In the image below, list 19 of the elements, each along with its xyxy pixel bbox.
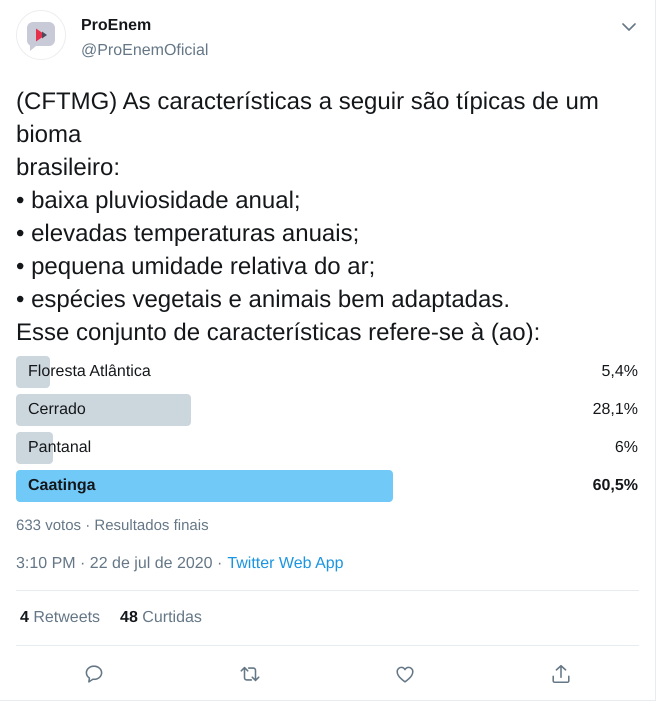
engagement-count-link[interactable]: 4 Retweets: [20, 609, 100, 627]
avatar-logo-icon[interactable]: [16, 10, 66, 60]
chevron-down-icon[interactable]: [622, 23, 636, 31]
poll-option-label: Floresta Atlântica: [28, 363, 151, 381]
poll-option-label: Pantanal: [28, 439, 92, 457]
poll-option-label: Cerrado: [28, 401, 86, 419]
poll-option-percentage: 5,4%: [602, 363, 638, 381]
poll-option-percentage: 60,5%: [592, 477, 638, 495]
tweet-text: (CFTMG) As características a seguir são típicas de um bioma brasileiro: • baixa pluviosidade anual; • elevadas temperaturas anuais; • pequena umidade relativa do ar; • espécies vegetais e animais bem adaptadas. Esse conjunto de características refere-se à (ao):: [16, 87, 600, 348]
poll-summary: 633 votos · Resultados finais: [16, 516, 210, 536]
share-icon[interactable]: [550, 662, 572, 684]
tweet-timestamp[interactable]: 3:10 PM · 22 de jul de 2020 ·: [16, 554, 222, 574]
poll-option-label: Caatinga: [28, 477, 96, 495]
author-handle[interactable]: @ProEnemOficial: [81, 41, 208, 61]
poll-option-percentage: 28,1%: [592, 401, 638, 419]
engagement-count-link[interactable]: 48 Curtidas: [120, 609, 202, 627]
poll-option-percentage: 6%: [614, 439, 638, 457]
author-name[interactable]: ProEnem: [81, 16, 152, 36]
reply-icon[interactable]: [82, 662, 105, 684]
